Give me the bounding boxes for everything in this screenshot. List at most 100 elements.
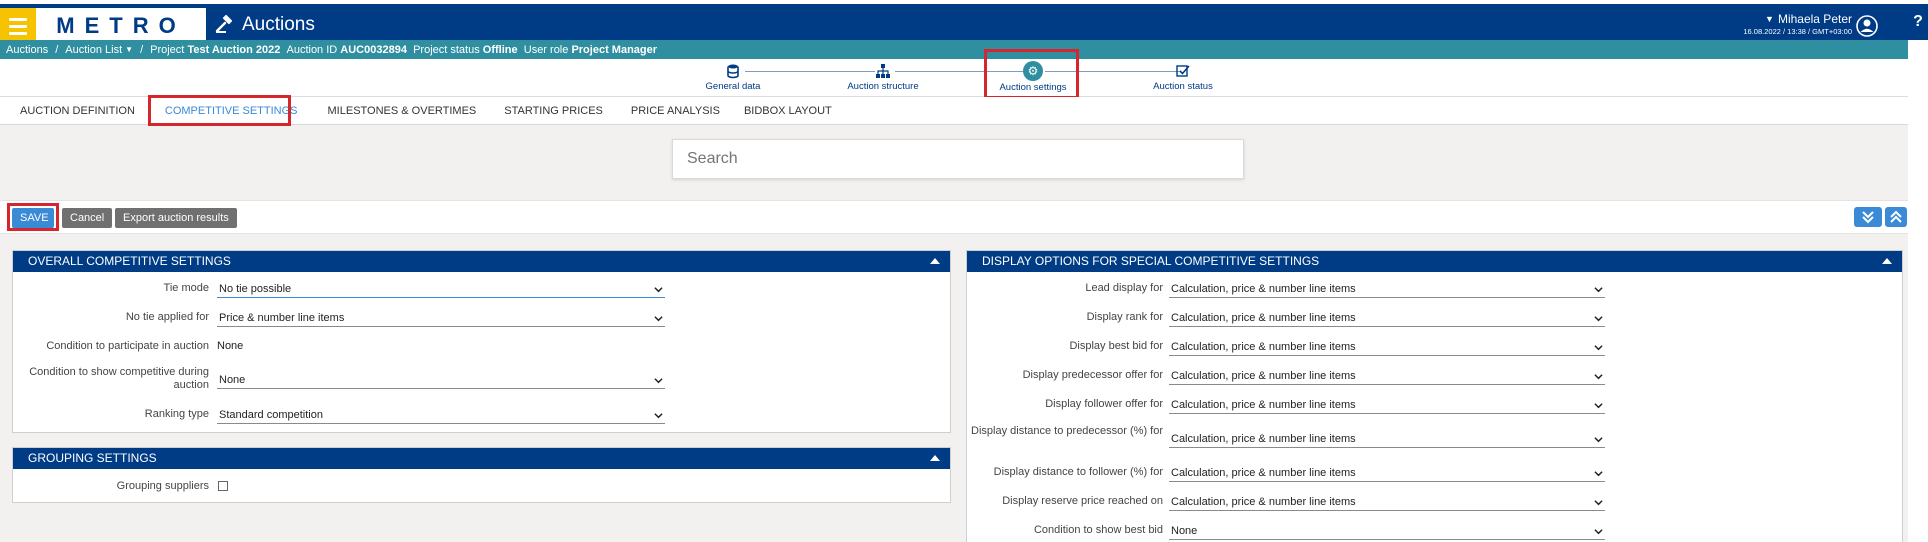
project-status-value: Offline <box>482 43 518 56</box>
chevron-down-icon <box>654 378 663 384</box>
user-datetime: 16.08.2022 / 13:38 / GMT+03:00 <box>1743 27 1852 36</box>
cancel-button[interactable]: Cancel <box>62 208 113 228</box>
setting-label: Tie mode <box>163 282 209 294</box>
step-general-data[interactable]: General data <box>678 63 788 92</box>
chevron-down-icon <box>1594 437 1603 443</box>
panel-header[interactable]: DISPLAY OPTIONS FOR SPECIAL COMPETITIVE … <box>967 251 1902 272</box>
select-value: None <box>1171 525 1198 537</box>
display-rank-select[interactable]: Calculation, price & number line items <box>1169 310 1605 327</box>
database-icon <box>727 64 739 79</box>
tab-competitive-settings[interactable]: COMPETITIVE SETTINGS <box>153 97 310 125</box>
user-box[interactable]: ▼ Mihaela Peter 16.08.2022 / 13:38 / GMT+… <box>1743 12 1852 36</box>
select-value: Calculation, price & number line items <box>1171 370 1356 382</box>
display-distance-predecessor-select[interactable]: Calculation, price & number line items <box>1169 431 1605 448</box>
settings-tabs: AUCTION DEFINITION COMPETITIVE SETTINGS … <box>0 97 1908 125</box>
setting-label: Display reserve price reached on <box>1002 495 1163 507</box>
select-value: Standard competition <box>219 409 323 421</box>
breadcrumb-auction-list[interactable]: Auction List <box>65 44 122 56</box>
select-value: Calculation, price & number line items <box>1171 341 1356 353</box>
display-options-panel: DISPLAY OPTIONS FOR SPECIAL COMPETITIVE … <box>966 250 1903 542</box>
select-value: Calculation, price & number line items <box>1171 496 1356 508</box>
tab-bidbox-layout[interactable]: BIDBOX LAYOUT <box>732 97 844 125</box>
condition-show-competitive-select[interactable]: None <box>217 372 665 389</box>
select-value: Calculation, price & number line items <box>1171 312 1356 324</box>
step-label: Auction status <box>1153 81 1213 92</box>
user-avatar-icon[interactable] <box>1856 15 1878 37</box>
caret-down-icon[interactable]: ▼ <box>125 45 133 54</box>
hierarchy-icon <box>876 64 890 78</box>
user-role-label: User role <box>523 43 569 56</box>
tab-auction-definition[interactable]: AUCTION DEFINITION <box>8 97 147 125</box>
tab-price-analysis[interactable]: PRICE ANALYSIS <box>619 97 732 125</box>
metro-logo[interactable]: METRO <box>36 8 206 44</box>
select-value: None <box>219 374 246 386</box>
tie-mode-select[interactable]: No tie possible <box>217 281 665 298</box>
lead-display-select[interactable]: Calculation, price & number line items <box>1169 281 1605 298</box>
step-auction-settings[interactable]: ⚙ Auction settings <box>978 61 1088 93</box>
chevron-down-icon <box>1594 500 1603 506</box>
condition-best-bid-select[interactable]: None <box>1169 523 1605 540</box>
setting-label: No tie applied for <box>125 311 209 323</box>
step-label: Auction structure <box>847 81 919 92</box>
tab-milestones-overtimes[interactable]: MILESTONES & OVERTIMES <box>316 97 489 125</box>
setting-label: Display distance to predecessor (%) for <box>971 425 1163 437</box>
collapse-caret-icon[interactable] <box>1882 258 1892 264</box>
grouping-suppliers-checkbox[interactable] <box>218 481 228 491</box>
app-title: Auctions <box>214 14 315 36</box>
help-icon[interactable]: ? <box>1908 4 1928 40</box>
export-results-button[interactable]: Export auction results <box>115 208 237 228</box>
chevron-down-icon <box>1594 403 1603 409</box>
panel-title: DISPLAY OPTIONS FOR SPECIAL COMPETITIVE … <box>982 254 1320 268</box>
setting-label: Display best bid for <box>1069 340 1163 352</box>
collapse-caret-icon[interactable] <box>930 455 940 461</box>
expand-all-button[interactable] <box>1854 207 1882 227</box>
no-tie-applied-select[interactable]: Price & number line items <box>217 310 665 327</box>
setting-label: Ranking type <box>144 408 209 420</box>
display-predecessor-offer-select[interactable]: Calculation, price & number line items <box>1169 368 1605 385</box>
app-title-text: Auctions <box>242 14 315 35</box>
checkbox-edit-icon <box>1176 65 1190 77</box>
top-bar: METRO Auctions ▼ Mihaela Peter 16.08.2022… <box>0 0 1908 44</box>
breadcrumb-separator: / <box>140 43 144 56</box>
panel-header[interactable]: OVERALL COMPETITIVE SETTINGS <box>13 251 950 272</box>
select-value: No tie possible <box>219 283 292 295</box>
double-chevron-down-icon <box>1862 211 1874 224</box>
collapse-caret-icon[interactable] <box>930 258 940 264</box>
condition-participate-value: None <box>217 340 244 352</box>
step-auction-structure[interactable]: Auction structure <box>828 63 938 92</box>
project-label: Project <box>150 43 185 56</box>
hamburger-menu-icon[interactable] <box>0 8 36 44</box>
project-status-label: Project status <box>413 43 480 56</box>
setting-label: Display rank for <box>1086 311 1163 323</box>
search-input[interactable] <box>672 139 1244 179</box>
display-follower-offer-select[interactable]: Calculation, price & number line items <box>1169 397 1605 414</box>
chevron-down-icon <box>1594 316 1603 322</box>
panel-header[interactable]: GROUPING SETTINGS <box>13 448 950 469</box>
chevron-down-icon <box>1594 471 1603 477</box>
user-name: Mihaela Peter <box>1777 12 1852 26</box>
setting-label: Display distance to follower (%) for <box>993 466 1163 478</box>
user-role-value: Project Manager <box>571 43 658 56</box>
project-value: Test Auction 2022 <box>187 43 281 56</box>
setting-label: Condition to show best bid <box>1033 524 1163 536</box>
save-button[interactable]: SAVE <box>12 208 54 228</box>
display-reserve-price-select[interactable]: Calculation, price & number line items <box>1169 494 1605 511</box>
user-name-row[interactable]: ▼ Mihaela Peter <box>1743 12 1852 26</box>
setting-label: Condition to show competitive during auc… <box>29 366 209 391</box>
chevron-down-icon <box>1594 345 1603 351</box>
step-auction-status[interactable]: Auction status <box>1128 63 1238 92</box>
process-stepper: General data Auction structure ⚙ Auction… <box>0 59 1908 97</box>
display-distance-follower-select[interactable]: Calculation, price & number line items <box>1169 465 1605 482</box>
chevron-down-icon <box>654 413 663 419</box>
display-best-bid-select[interactable]: Calculation, price & number line items <box>1169 339 1605 356</box>
action-bar: SAVE Cancel Export auction results <box>0 200 1908 234</box>
ranking-type-select[interactable]: Standard competition <box>217 407 665 424</box>
collapse-all-button[interactable] <box>1885 207 1907 227</box>
setting-label: Display predecessor offer for <box>1022 369 1163 381</box>
gear-icon: ⚙ <box>1023 61 1043 81</box>
select-value: Calculation, price & number line items <box>1171 283 1356 295</box>
tab-starting-prices[interactable]: STARTING PRICES <box>492 97 615 125</box>
select-value: Calculation, price & number line items <box>1171 433 1356 445</box>
breadcrumb-auctions[interactable]: Auctions <box>6 44 48 56</box>
panel-title: GROUPING SETTINGS <box>28 451 157 465</box>
